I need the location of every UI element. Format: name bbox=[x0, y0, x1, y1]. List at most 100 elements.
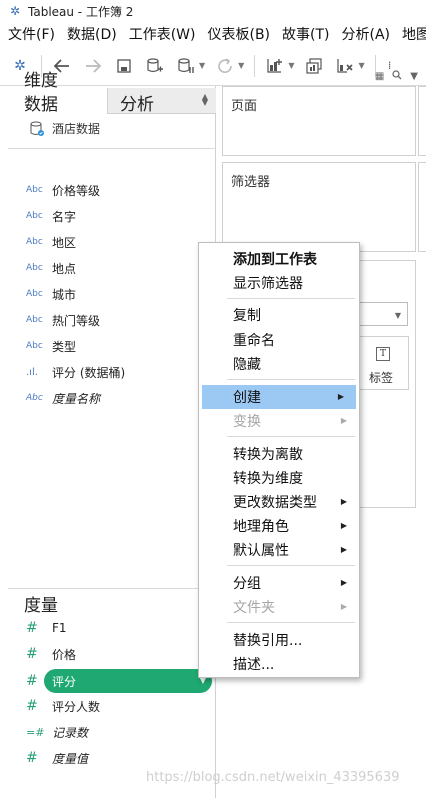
data-pane-tabs: 数据 分析 ▲ ▼ bbox=[8, 88, 216, 115]
field-label: 度量值 bbox=[52, 751, 89, 766]
menu-item-folder[interactable]: 文件夹 ▶ bbox=[199, 595, 359, 619]
menu-analysis[interactable]: 分析(A) bbox=[333, 24, 394, 44]
dimension-field[interactable]: Abc 城市 bbox=[26, 283, 76, 305]
measure-field[interactable]: =# 记录数 bbox=[26, 721, 88, 743]
new-worksheet-icon[interactable] bbox=[264, 55, 286, 77]
menu-item-label: 添加到工作表 bbox=[233, 252, 317, 268]
database-icon bbox=[30, 121, 44, 136]
submenu-arrow-icon: ▶ bbox=[340, 545, 347, 554]
menu-item-group[interactable]: 分组 ▶ bbox=[199, 571, 359, 595]
chevron-down-icon[interactable]: ▼ bbox=[410, 71, 418, 82]
menu-separator bbox=[227, 379, 355, 380]
label-icon: T bbox=[376, 347, 390, 361]
redo-icon[interactable] bbox=[82, 55, 104, 77]
chevron-down-icon[interactable]: ▼ bbox=[358, 61, 364, 70]
menu-item-label: 文件夹 bbox=[233, 600, 275, 616]
measure-field-selected[interactable]: 评分 ▼ bbox=[44, 669, 212, 693]
dimension-field[interactable]: Abc 名字 bbox=[26, 205, 76, 227]
datasource-item[interactable]: 酒店数据 bbox=[30, 120, 100, 137]
measure-field[interactable]: # 评分人数 bbox=[26, 695, 100, 717]
search-icon[interactable] bbox=[392, 70, 402, 83]
measure-field[interactable]: # 价格 bbox=[26, 643, 76, 665]
pause-updates-icon[interactable] bbox=[175, 55, 197, 77]
tab-analysis[interactable]: 分析 ▲ ▼ bbox=[108, 88, 216, 115]
string-type-icon: Abc bbox=[26, 289, 43, 299]
dimension-field[interactable]: Abc 类型 bbox=[26, 335, 76, 357]
string-type-icon: Abc bbox=[26, 185, 43, 195]
menu-data[interactable]: 数据(D) bbox=[58, 24, 120, 44]
menu-item-label: 转换为离散 bbox=[233, 447, 303, 463]
chevron-down-icon[interactable]: ▼ bbox=[288, 61, 294, 70]
menu-item-create[interactable]: 创建 ▶ bbox=[202, 385, 356, 409]
field-label: 热门等级 bbox=[52, 313, 101, 328]
dimension-field[interactable]: Abc 地点 bbox=[26, 257, 76, 279]
field-label: 记录数 bbox=[52, 725, 89, 740]
number-type-icon: # bbox=[26, 750, 38, 766]
menu-map[interactable]: 地图(M) bbox=[393, 24, 426, 44]
dimension-field[interactable]: Abc 热门等级 bbox=[26, 309, 100, 331]
menu-item-copy[interactable]: 复制 bbox=[199, 303, 359, 327]
chevron-down-icon[interactable]: ▼ bbox=[238, 61, 244, 70]
edge-panel bbox=[418, 86, 426, 156]
measure-field[interactable]: # 度量值 bbox=[26, 747, 88, 769]
duplicate-sheet-icon[interactable] bbox=[303, 55, 325, 77]
divider bbox=[8, 148, 216, 149]
menu-item-label: 重命名 bbox=[233, 333, 275, 349]
dimension-field[interactable]: Abc 价格等级 bbox=[26, 179, 100, 201]
title-bar: ✲ Tableau - 工作簿 2 bbox=[0, 0, 426, 22]
view-toggle-icon[interactable]: ▦ bbox=[375, 71, 384, 82]
menu-dashboard[interactable]: 仪表板(B) bbox=[198, 24, 273, 44]
menu-file[interactable]: 文件(F) bbox=[0, 24, 58, 44]
calc-number-type-icon: =# bbox=[26, 725, 45, 739]
menu-separator bbox=[227, 622, 355, 623]
marks-label-button[interactable]: T 标签 bbox=[357, 336, 409, 390]
menu-item-label: 替换引用... bbox=[233, 633, 303, 649]
save-icon[interactable] bbox=[113, 55, 135, 77]
menu-item-add-to-sheet[interactable]: 添加到工作表 bbox=[199, 247, 359, 271]
menu-separator bbox=[227, 436, 355, 437]
new-datasource-icon[interactable] bbox=[144, 55, 166, 77]
number-type-icon: # bbox=[26, 646, 38, 662]
field-label: 评分 bbox=[52, 675, 77, 689]
menu-item-replace-references[interactable]: 替换引用... bbox=[199, 628, 359, 652]
dimension-field[interactable]: .ıl. 评分 (数据桶) bbox=[26, 361, 125, 383]
submenu-arrow-icon: ▶ bbox=[340, 497, 347, 506]
chevron-down-icon: ▼ bbox=[394, 311, 401, 320]
menu-story[interactable]: 故事(T) bbox=[273, 24, 332, 44]
menu-item-default-properties[interactable]: 默认属性 ▶ bbox=[199, 538, 359, 562]
menu-item-label: 默认属性 bbox=[233, 543, 289, 559]
number-type-icon: # bbox=[26, 620, 38, 636]
menu-item-label: 变换 bbox=[233, 414, 261, 430]
measure-field[interactable]: # F1 bbox=[26, 617, 67, 639]
dimension-field[interactable]: Abc 地区 bbox=[26, 231, 76, 253]
menu-item-label: 创建 bbox=[233, 390, 261, 406]
menu-item-describe[interactable]: 描述... bbox=[199, 652, 359, 676]
menu-item-geographic-role[interactable]: 地理角色 ▶ bbox=[199, 514, 359, 538]
field-label: 地点 bbox=[52, 261, 77, 276]
toolbar: ✲ ▼ ▼ ▼ ▼ ⁞ bbox=[0, 46, 426, 86]
menu-item-change-data-type[interactable]: 更改数据类型 ▶ bbox=[199, 490, 359, 514]
dimension-field[interactable]: Abc 度量名称 bbox=[26, 387, 100, 409]
menu-item-convert-discrete[interactable]: 转换为离散 bbox=[199, 442, 359, 466]
marks-label-text: 标签 bbox=[369, 371, 394, 385]
menu-item-show-filter[interactable]: 显示筛选器 bbox=[199, 271, 359, 295]
menu-item-label: 描述... bbox=[233, 657, 275, 673]
updown-arrow-icon[interactable]: ▲ ▼ bbox=[202, 93, 208, 107]
tab-data[interactable]: 数据 bbox=[8, 88, 108, 115]
field-label: F1 bbox=[52, 621, 67, 635]
number-type-icon: # bbox=[26, 673, 38, 689]
submenu-arrow-icon: ▶ bbox=[337, 392, 344, 401]
menu-item-convert-dimension[interactable]: 转换为维度 bbox=[199, 466, 359, 490]
refresh-icon[interactable] bbox=[214, 55, 236, 77]
clear-sheet-icon[interactable] bbox=[334, 55, 356, 77]
menu-worksheet[interactable]: 工作表(W) bbox=[120, 24, 199, 44]
menu-item-transform[interactable]: 变换 ▶ bbox=[199, 409, 359, 433]
menu-item-hide[interactable]: 隐藏 bbox=[199, 352, 359, 376]
pages-shelf[interactable]: 页面 bbox=[222, 86, 416, 156]
string-type-icon: Abc bbox=[26, 237, 43, 247]
chevron-down-icon[interactable]: ▼ bbox=[199, 61, 205, 70]
menu-separator bbox=[227, 298, 355, 299]
filters-shelf[interactable]: 筛选器 bbox=[222, 162, 416, 252]
menu-item-rename[interactable]: 重命名 bbox=[199, 328, 359, 352]
string-type-icon: Abc bbox=[26, 393, 43, 403]
